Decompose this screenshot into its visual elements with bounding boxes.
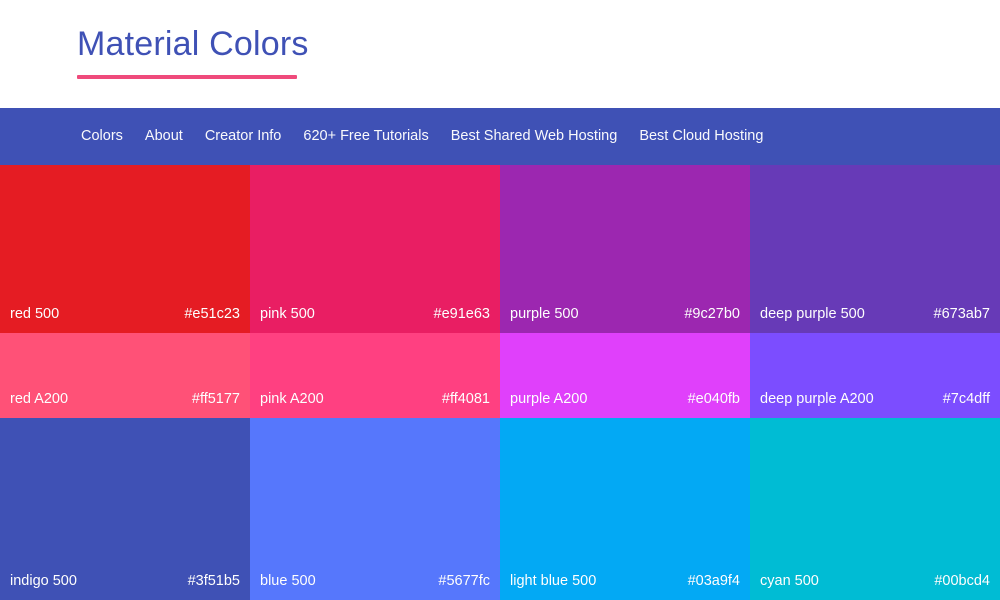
color-swatch-cyan-500[interactable]: cyan 500 #00bcd4 (750, 418, 1000, 600)
swatch-name: pink A200 (260, 391, 324, 407)
color-swatch-red-a200[interactable]: red A200 #ff5177 (0, 333, 250, 418)
color-swatch-indigo-500[interactable]: indigo 500 #3f51b5 (0, 418, 250, 600)
swatch-hex-value[interactable]: #00bcd4 (934, 572, 990, 590)
swatch-name: indigo 500 (10, 573, 77, 589)
swatch-name: cyan 500 (760, 573, 819, 589)
swatch-name: red 500 (10, 306, 60, 322)
swatch-name: deep purple 500 (760, 306, 865, 322)
swatch-label-row: red A200 #ff5177 (0, 390, 250, 408)
swatch-name: deep purple A200 (760, 391, 874, 407)
swatch-label-row: purple 500 #9c27b0 (500, 305, 750, 323)
swatch-label-row: pink 500 #e91e63 (250, 305, 500, 323)
nav-item-best-shared-web-hosting[interactable]: Best Shared Web Hosting (440, 108, 629, 165)
swatch-label-row: red 500 #e51c23 (0, 305, 250, 323)
swatch-label-row: pink A200 #ff4081 (250, 390, 500, 408)
swatch-row: indigo 500 #3f51b5 blue 500 #5677fc light bl… (0, 418, 1000, 600)
color-swatch-purple-a200[interactable]: purple A200 #e040fb (500, 333, 750, 418)
swatch-label-row: indigo 500 #3f51b5 (0, 572, 250, 590)
swatch-row: red A200 #ff5177 pink A200 #ff4081 purple A2… (0, 333, 1000, 418)
nav-item-creator-info[interactable]: Creator Info (194, 108, 293, 165)
title-underline (77, 75, 297, 79)
color-swatch-red-500[interactable]: red 500 #e51c23 (0, 165, 250, 333)
swatch-hex-value[interactable]: #e040fb (688, 390, 740, 408)
page-root: Material Colors Colors About Creator Info 6… (0, 0, 1000, 600)
swatch-hex-value[interactable]: #673ab7 (934, 305, 990, 323)
swatch-hex-value[interactable]: #7c4dff (943, 390, 990, 408)
swatch-hex-value[interactable]: #3f51b5 (188, 572, 240, 590)
brand: Material Colors (77, 22, 309, 79)
swatch-name: purple A200 (510, 391, 588, 407)
swatch-hex-value[interactable]: #e51c23 (184, 305, 240, 323)
swatch-name: purple 500 (510, 306, 579, 322)
main-navigation: Colors About Creator Info 620+ Free Tutoria… (0, 108, 1000, 165)
color-swatch-deep-purple-a200[interactable]: deep purple A200 #7c4dff (750, 333, 1000, 418)
swatch-hex-value[interactable]: #ff4081 (442, 390, 490, 408)
site-header: Material Colors (0, 0, 1000, 108)
swatch-hex-value[interactable]: #5677fc (438, 572, 490, 590)
swatch-label-row: deep purple 500 #673ab7 (750, 305, 1000, 323)
swatch-label-row: deep purple A200 #7c4dff (750, 390, 1000, 408)
swatch-hex-value[interactable]: #e91e63 (434, 305, 490, 323)
swatch-label-row: blue 500 #5677fc (250, 572, 500, 590)
swatch-name: red A200 (10, 391, 69, 407)
swatch-hex-value[interactable]: #9c27b0 (684, 305, 740, 323)
color-swatch-pink-500[interactable]: pink 500 #e91e63 (250, 165, 500, 333)
swatch-label-row: light blue 500 #03a9f4 (500, 572, 750, 590)
nav-item-620-free-tutorials[interactable]: 620+ Free Tutorials (292, 108, 439, 165)
color-swatch-light-blue-500[interactable]: light blue 500 #03a9f4 (500, 418, 750, 600)
color-swatch-pink-a200[interactable]: pink A200 #ff4081 (250, 333, 500, 418)
color-swatch-deep-purple-500[interactable]: deep purple 500 #673ab7 (750, 165, 1000, 333)
color-swatch-blue-500[interactable]: blue 500 #5677fc (250, 418, 500, 600)
nav-item-best-cloud-hosting[interactable]: Best Cloud Hosting (628, 108, 774, 165)
swatch-row: red 500 #e51c23 pink 500 #e91e63 purple 500 #… (0, 165, 1000, 333)
swatch-name: pink 500 (260, 306, 315, 322)
nav-item-about[interactable]: About (134, 108, 194, 165)
swatch-hex-value[interactable]: #ff5177 (192, 390, 240, 408)
nav-item-colors[interactable]: Colors (70, 108, 134, 165)
swatch-name: light blue 500 (510, 573, 597, 589)
swatch-label-row: purple A200 #e040fb (500, 390, 750, 408)
color-swatch-grid: red 500 #e51c23 pink 500 #e91e63 purple 500 #… (0, 165, 1000, 600)
swatch-label-row: cyan 500 #00bcd4 (750, 572, 1000, 590)
swatch-name: blue 500 (260, 573, 316, 589)
swatch-hex-value[interactable]: #03a9f4 (688, 572, 740, 590)
page-title: Material Colors (77, 25, 309, 63)
color-swatch-purple-500[interactable]: purple 500 #9c27b0 (500, 165, 750, 333)
